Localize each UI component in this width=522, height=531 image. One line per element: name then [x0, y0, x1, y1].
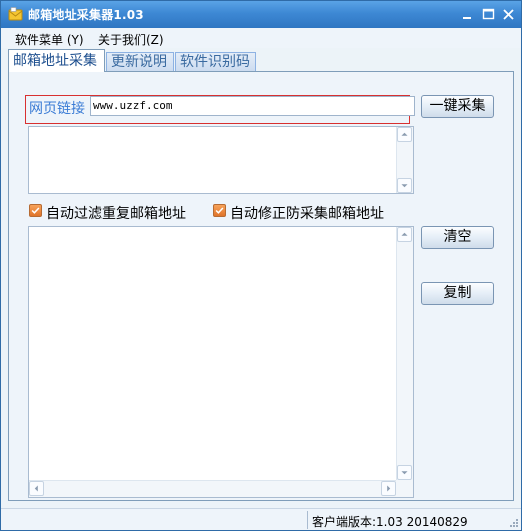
close-icon[interactable]: [502, 8, 515, 21]
url-list-textarea[interactable]: [28, 126, 414, 194]
anti-collect-label: 自动修正防采集邮箱地址: [230, 206, 384, 222]
envelope-app-icon: [8, 7, 23, 21]
minimize-icon[interactable]: [461, 8, 474, 21]
scroll-corner: [396, 480, 413, 497]
scroll-left-icon[interactable]: [29, 481, 44, 496]
tab-software-id[interactable]: 软件识别码: [175, 52, 256, 71]
tab-email-collect[interactable]: 邮箱地址采集: [8, 49, 105, 72]
scroll-down-icon[interactable]: [397, 178, 412, 193]
scroll-down-icon[interactable]: [397, 465, 412, 480]
scroll-up-icon[interactable]: [397, 227, 412, 242]
results-textarea[interactable]: [28, 226, 414, 498]
collect-button[interactable]: 一键采集: [421, 95, 494, 118]
maximize-icon[interactable]: [482, 8, 495, 21]
menu-about-us[interactable]: 关于我们(Z): [98, 31, 164, 48]
clear-button[interactable]: 清空: [421, 226, 494, 249]
url-label: 网页链接: [29, 101, 85, 117]
client-version: 客户端版本:1.03 20140829: [312, 515, 468, 529]
url-input[interactable]: www.uzzf.com: [90, 96, 415, 116]
vertical-scrollbar[interactable]: [396, 227, 413, 480]
tab-strip: 邮箱地址采集 更新说明 软件识别码: [8, 49, 514, 72]
checkbox-checked-icon[interactable]: [29, 204, 42, 217]
checkbox-checked-icon[interactable]: [213, 204, 226, 217]
app-window: 邮箱地址采集器1.03 软件菜单 (Y) 关于我们(Z) 邮箱地址采集 更新说明…: [0, 0, 522, 531]
status-bar: 客户端版本:1.03 20140829: [1, 508, 521, 530]
resize-grip-icon[interactable]: [508, 517, 519, 528]
horizontal-scrollbar[interactable]: [29, 480, 396, 497]
menu-software[interactable]: 软件菜单 (Y): [15, 31, 84, 48]
status-separator: [307, 511, 308, 529]
dedupe-label: 自动过滤重复邮箱地址: [46, 206, 186, 222]
scroll-right-icon[interactable]: [381, 481, 396, 496]
menu-bar: 软件菜单 (Y) 关于我们(Z): [1, 28, 521, 48]
title-bar[interactable]: 邮箱地址采集器1.03: [1, 1, 521, 28]
tab-update-notes[interactable]: 更新说明: [106, 52, 174, 71]
scroll-up-icon[interactable]: [397, 127, 412, 142]
copy-button[interactable]: 复制: [421, 282, 494, 305]
vertical-scrollbar[interactable]: [396, 127, 413, 193]
window-title: 邮箱地址采集器1.03: [28, 8, 144, 22]
